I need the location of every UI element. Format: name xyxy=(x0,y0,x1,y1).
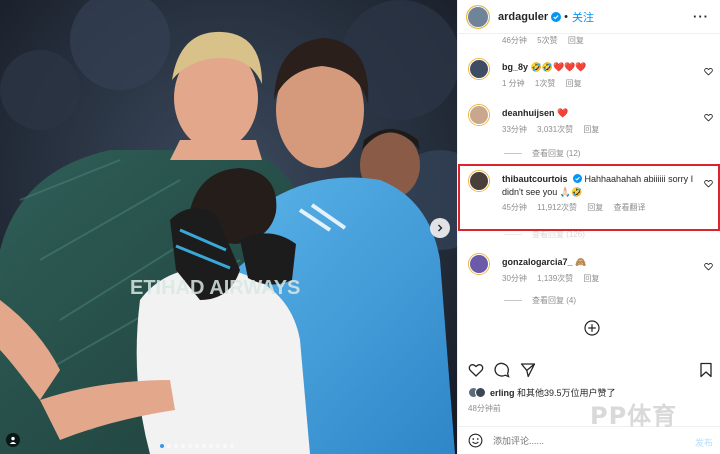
comment-text-block: gonzalogarcia7_ 🙈 xyxy=(502,256,697,269)
carousel-dot xyxy=(223,444,227,448)
comment-bubble-icon[interactable] xyxy=(494,362,510,378)
comment-likes[interactable]: 1,139次赞 xyxy=(537,274,573,283)
replies-divider-line xyxy=(504,153,522,154)
comment-likes[interactable]: 1次赞 xyxy=(535,79,555,88)
comment-input[interactable] xyxy=(493,435,673,446)
comment-meta: 1 分钟 1次赞 回复 xyxy=(502,78,590,89)
comment-username[interactable]: gonzalogarcia7_ xyxy=(502,257,573,267)
carousel-dot xyxy=(174,444,178,448)
comment-like-heart-icon[interactable] xyxy=(704,262,713,271)
user-tag-icon xyxy=(9,436,17,444)
post-photo[interactable]: ETIHAD AIRWAYS xyxy=(0,0,457,454)
save-bookmark-icon[interactable] xyxy=(698,362,714,378)
comment-time: 33分钟 xyxy=(502,125,527,134)
comment-reply-button[interactable]: 回复 xyxy=(583,125,599,134)
header-separator: • xyxy=(564,10,568,23)
comment-body: 🙈 xyxy=(575,257,587,267)
replies-divider-line xyxy=(504,300,522,301)
next-photo-button[interactable] xyxy=(430,218,450,238)
carousel-dot xyxy=(202,444,206,448)
author-avatar[interactable] xyxy=(466,4,490,29)
comment-reply-button[interactable]: 回复 xyxy=(583,274,599,283)
comment-like-heart-icon[interactable] xyxy=(704,113,713,122)
comment-text-block: deanhuijsen ❤️ xyxy=(502,107,697,120)
post-header: ardaguler • 关注 ··· xyxy=(458,0,720,34)
commenter-avatar[interactable] xyxy=(468,253,490,275)
comment-text-block: bg_8y 🤣🤣❤️❤️❤️ xyxy=(502,61,697,74)
post-timestamp: 48分钟前 xyxy=(468,404,501,413)
pp-sports-watermark: PP体育 xyxy=(590,402,678,430)
comment-body: ❤️ xyxy=(557,108,569,118)
commenter-avatar[interactable] xyxy=(468,58,490,80)
view-replies-button[interactable]: 查看回复 (4) xyxy=(504,295,576,306)
comment-meta: 33分钟 3,031次赞 回复 xyxy=(502,124,607,135)
more-options-button[interactable]: ··· xyxy=(693,9,709,24)
carousel-dot xyxy=(181,444,185,448)
like-heart-icon[interactable] xyxy=(468,362,484,378)
partial-comment-reply[interactable]: 回复 xyxy=(568,36,584,45)
carousel-dot xyxy=(209,444,213,448)
emoji-icon[interactable] xyxy=(468,433,483,448)
partial-comment-likes: 5次赞 xyxy=(537,36,558,45)
football-players-photo: ETIHAD AIRWAYS xyxy=(0,0,457,454)
carousel-dot xyxy=(216,444,220,448)
tagged-users-button[interactable] xyxy=(6,433,20,447)
comment-username[interactable]: bg_8y xyxy=(502,62,528,72)
view-replies-label[interactable]: 查看回复 (4) xyxy=(532,295,576,306)
partial-comment-meta: 46分钟 5次赞 回复 xyxy=(502,35,592,46)
view-replies-label[interactable]: 查看回复 (12) xyxy=(532,148,580,159)
carousel-dot xyxy=(195,444,199,448)
comment-reply-button[interactable]: 回复 xyxy=(566,79,582,88)
comment-time: 30分钟 xyxy=(502,274,527,283)
follow-button[interactable]: 关注 xyxy=(572,9,594,25)
comments-list[interactable]: 46分钟 5次赞 回复 bg_8y 🤣🤣❤️❤️❤️ 1 分钟 1次赞 回复 d… xyxy=(458,34,720,346)
view-replies-button[interactable]: 查看回复 (12) xyxy=(504,148,580,159)
carousel-indicator xyxy=(160,444,234,448)
chevron-right-icon xyxy=(438,224,443,232)
comment-username[interactable]: deanhuijsen xyxy=(502,108,555,118)
author-username[interactable]: ardaguler xyxy=(498,11,548,23)
comment-composer: 发布 xyxy=(458,426,720,454)
liker-username[interactable]: erling xyxy=(490,388,515,398)
commenter-avatar[interactable] xyxy=(468,104,490,126)
post-comment-button[interactable]: 发布 xyxy=(695,436,713,449)
comment-time: 1 分钟 xyxy=(502,79,525,88)
carousel-dot xyxy=(160,444,164,448)
liker-avatar xyxy=(475,387,486,398)
comment-body: 🤣🤣❤️❤️❤️ xyxy=(530,62,587,72)
post-action-bar xyxy=(458,360,720,380)
verified-badge-icon xyxy=(551,11,562,22)
post-side-panel: ardaguler • 关注 ··· 46分钟 5次赞 回复 bg_8y 🤣🤣❤… xyxy=(457,0,720,454)
comment-meta: 30分钟 1,139次赞 回复 xyxy=(502,273,607,284)
replies-divider-line xyxy=(504,234,522,235)
carousel-dot xyxy=(188,444,192,448)
partial-comment-time: 46分钟 xyxy=(502,36,527,45)
jersey-sponsor-text: ETIHAD AIRWAYS xyxy=(130,277,300,299)
carousel-dot xyxy=(230,444,234,448)
share-send-icon[interactable] xyxy=(520,362,536,378)
comment-likes[interactable]: 3,031次赞 xyxy=(537,125,573,134)
comment-like-heart-icon[interactable] xyxy=(704,67,713,76)
instagram-post-view: ETIHAD AIRWAYS ardaguler • 关注 ··· 46分钟 5… xyxy=(0,0,720,454)
carousel-dot xyxy=(167,444,171,448)
load-more-comments-icon[interactable] xyxy=(584,320,600,336)
highlight-box xyxy=(458,164,720,231)
